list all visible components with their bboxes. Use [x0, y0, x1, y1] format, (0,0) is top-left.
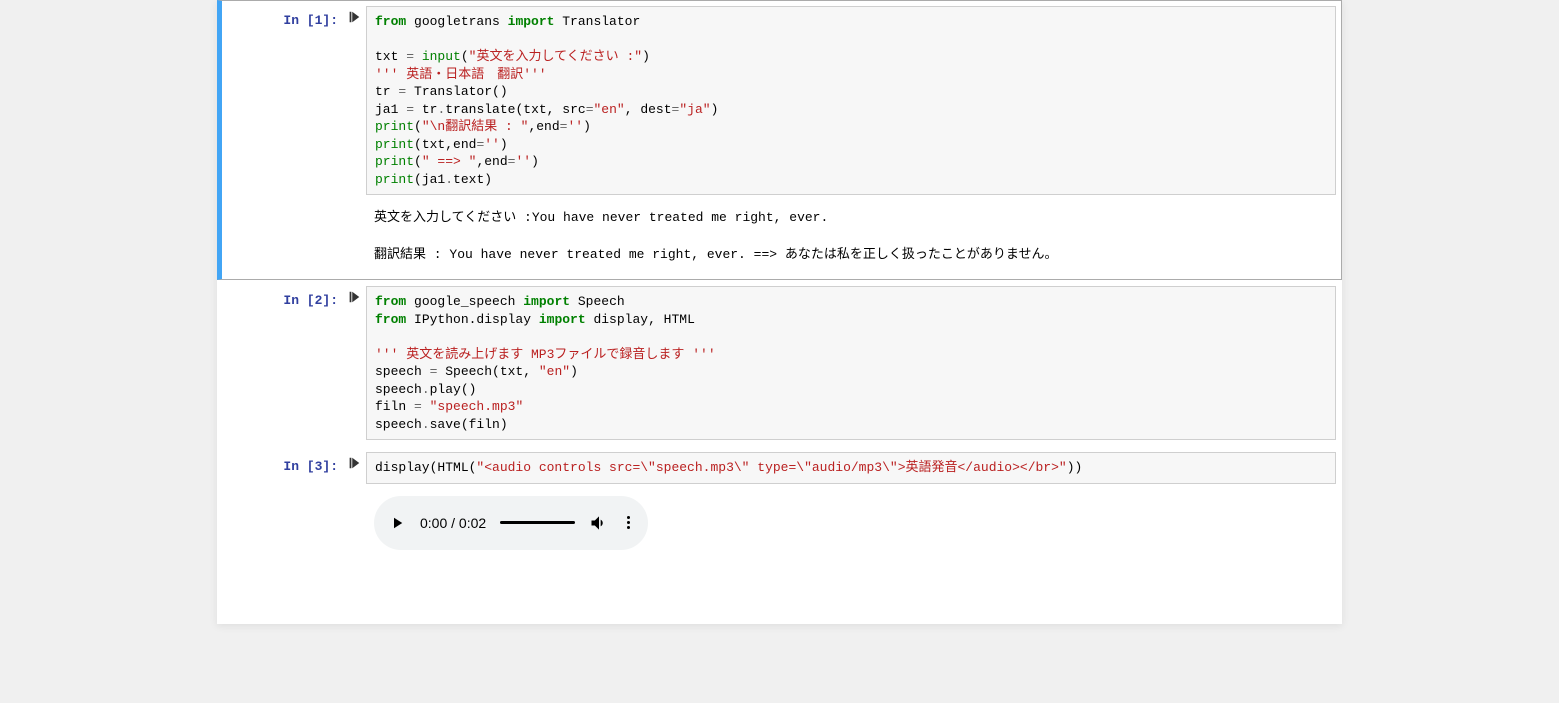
content-area: from googletrans import Translator txt =…	[366, 6, 1336, 274]
prompt-area: In [2]:	[222, 286, 342, 440]
run-cell-icon[interactable]	[347, 290, 361, 440]
run-cell-icon[interactable]	[347, 456, 361, 558]
kebab-menu-icon[interactable]	[623, 516, 634, 529]
audio-time: 0:00 / 0:02	[420, 515, 486, 531]
in-prompt-2: In [2]:	[283, 293, 338, 308]
code-input-2[interactable]: from google_speech import Speech from IP…	[366, 286, 1336, 440]
volume-icon[interactable]	[589, 513, 609, 533]
run-area	[342, 452, 366, 558]
cell-3: In [3]: display(HTML("<audio controls sr…	[217, 446, 1342, 564]
prompt-area: In [1]:	[222, 6, 342, 274]
run-area	[342, 6, 366, 274]
code-input-3[interactable]: display(HTML("<audio controls src=\"spee…	[366, 452, 1336, 484]
in-prompt-3: In [3]:	[283, 459, 338, 474]
play-icon[interactable]	[388, 514, 406, 532]
run-area	[342, 286, 366, 440]
notebook-container: In [1]: from googletrans import Translat…	[217, 0, 1342, 624]
code-input-1[interactable]: from googletrans import Translator txt =…	[366, 6, 1336, 195]
output-3: 0:00 / 0:02	[366, 484, 1336, 558]
cell-1: In [1]: from googletrans import Translat…	[217, 0, 1342, 280]
run-cell-icon[interactable]	[347, 10, 361, 274]
content-area: from google_speech import Speech from IP…	[366, 286, 1336, 440]
output-1: 英文を入力してください :You have never treated me r…	[366, 195, 1336, 274]
in-prompt-1: In [1]:	[283, 13, 338, 28]
prompt-area: In [3]:	[222, 452, 342, 558]
audio-seek-track[interactable]	[500, 521, 575, 524]
content-area: display(HTML("<audio controls src=\"spee…	[366, 452, 1336, 558]
audio-player[interactable]: 0:00 / 0:02	[374, 496, 648, 550]
cell-2: In [2]: from google_speech import Speech…	[217, 280, 1342, 446]
